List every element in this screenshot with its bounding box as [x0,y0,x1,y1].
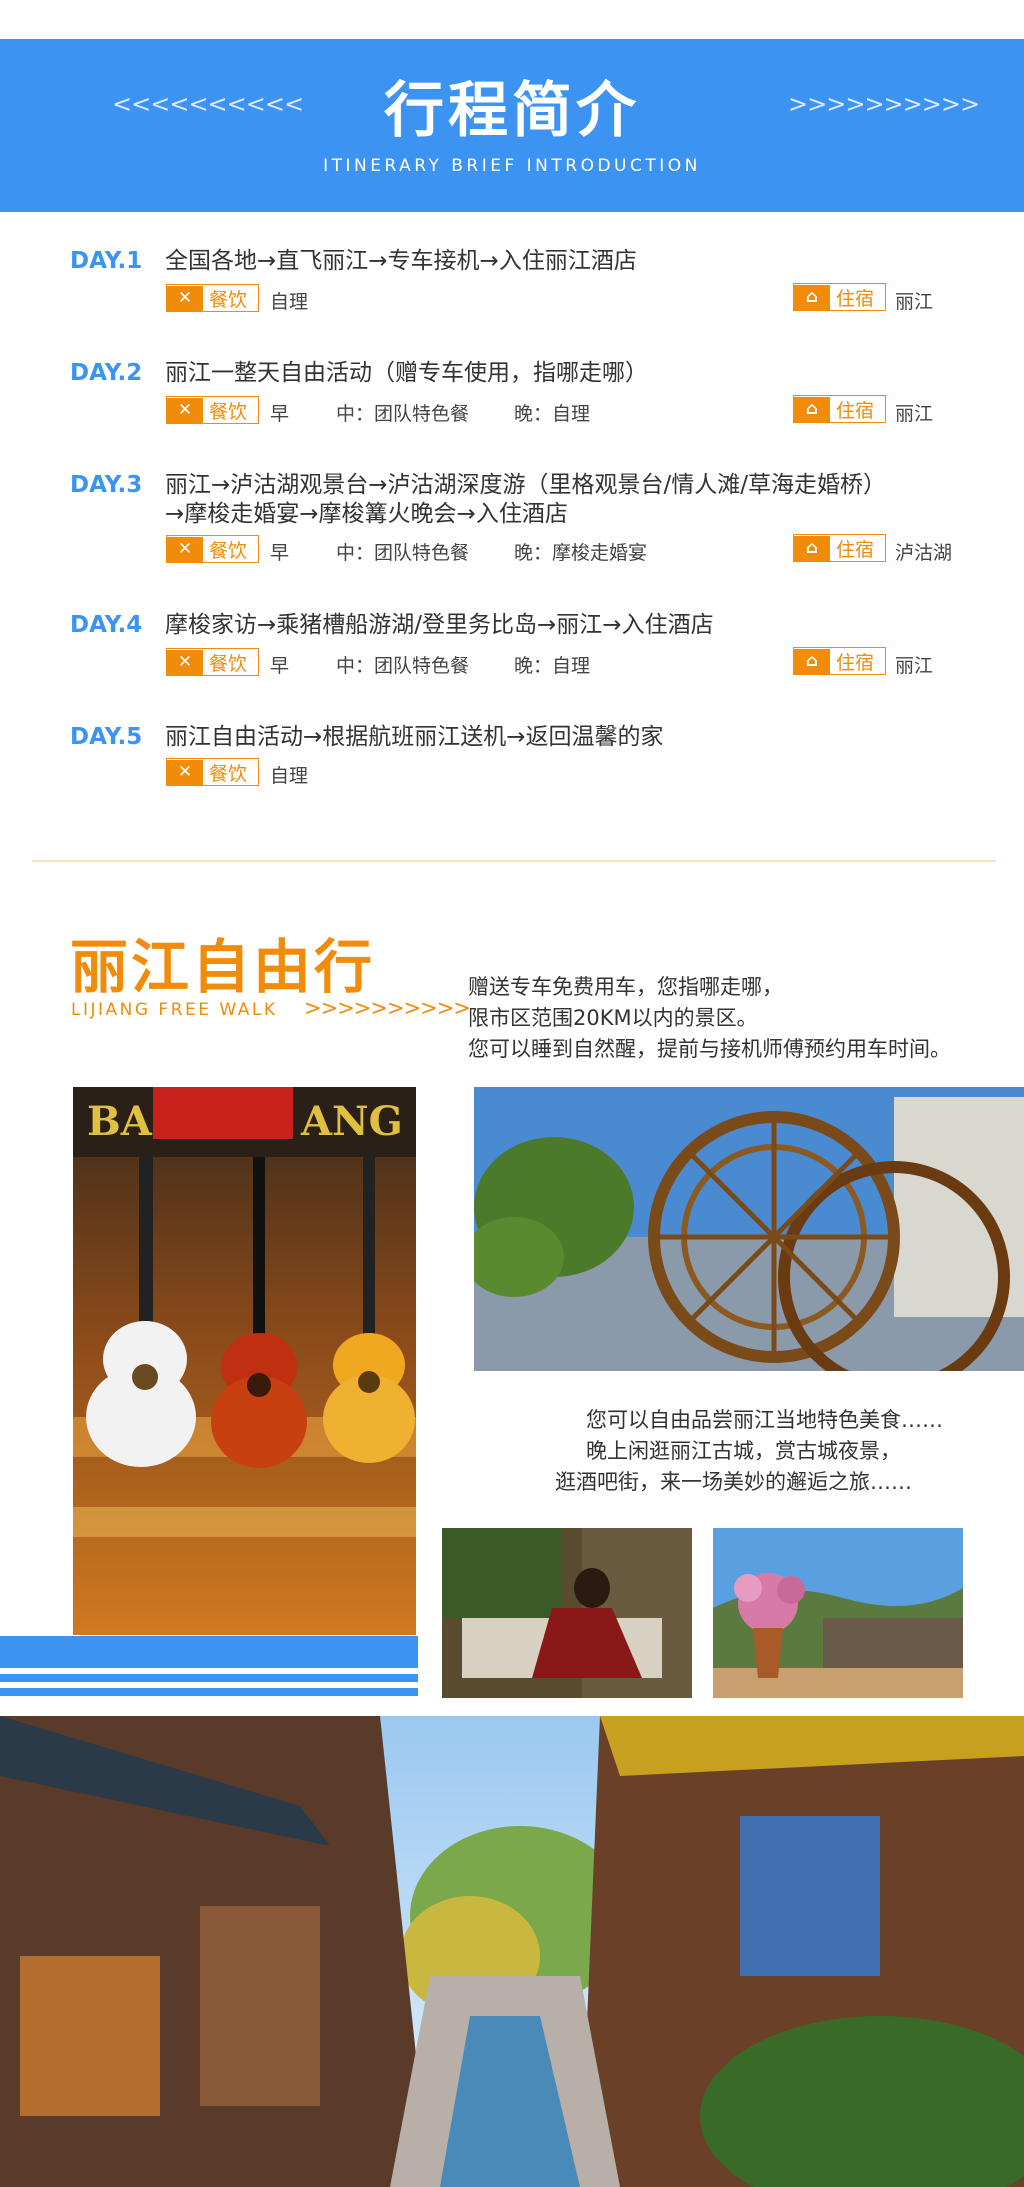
meal-tag-label: 餐饮 [209,288,248,311]
flowers-town-photo [713,1528,963,1698]
day-label: DAY.1 [70,248,143,274]
woman-reading-illustration [442,1528,692,1698]
house-icon: ⌂ [794,535,830,561]
day-label: DAY.3 [70,472,143,498]
food-text-line: 晚上闲逛丽江古城，赏古城夜景， [586,1439,901,1463]
stay-location: 丽江 [895,655,934,677]
water-wheel-photo [474,1087,1024,1371]
dinner-note: 晚：自理 [514,655,591,677]
free-walk-desc-line: 限市区范围20KM以内的景区。 [468,1006,758,1030]
free-walk-title: 丽江自由行 [70,933,376,1001]
lunch-note: 中：团队特色餐 [336,403,470,425]
stay-location: 泸沽湖 [895,542,953,564]
meal-tag: ✕ 餐饮 [166,535,259,563]
guitars-illustration: BA ANG [73,1087,416,1635]
fork-knife-icon: ✕ [167,397,203,423]
sign-text-right: ANG [300,1098,403,1145]
fork-knife-icon: ✕ [167,536,203,562]
free-walk-subtitle: LIJIANG FREE WALK [71,1000,278,1020]
food-text-line: 逛酒吧街，来一场美妙的邂逅之旅…… [555,1470,912,1494]
fork-knife-icon: ✕ [167,759,203,785]
breakfast-note: 早 [270,403,290,425]
meal-note: 自理 [270,765,309,787]
breakfast-note: 早 [270,655,290,677]
stay-tag-label: 住宿 [836,651,875,674]
dinner-note: 晚：摩梭走婚宴 [514,542,648,564]
stay-tag-label: 住宿 [836,399,875,422]
meal-tag: ✕ 餐饮 [166,758,259,786]
woman-reading-photo [442,1528,692,1698]
day-route: 摩梭家访→乘猪槽船游湖/登里务比岛→丽江→入住酒店 [165,612,714,638]
old-town-street-photo [0,1716,1024,2187]
meal-tag: ✕ 餐饮 [166,284,259,312]
banner-subtitle: ITINERARY BRIEF INTRODUCTION [323,156,701,176]
stay-tag: ⌂ 住宿 [793,283,886,311]
day-route: 丽江一整天自由活动（赠专车使用，指哪走哪） [165,360,648,386]
house-icon: ⌂ [794,648,830,674]
dinner-note: 晚：自理 [514,403,591,425]
blue-stripe [0,1636,418,1668]
stay-tag: ⌂ 住宿 [793,647,886,675]
stay-tag-label: 住宿 [836,538,875,561]
fork-knife-icon: ✕ [167,649,203,675]
meal-tag: ✕ 餐饮 [166,648,259,676]
day-label: DAY.4 [70,612,143,638]
water-wheel-illustration [474,1087,1024,1371]
house-icon: ⌂ [794,284,830,310]
banner-title: 行程简介 [384,76,640,146]
lunch-note: 中：团队特色餐 [336,542,470,564]
blue-stripe [0,1674,418,1682]
meal-tag: ✕ 餐饮 [166,396,259,424]
old-town-street-illustration [0,1716,1024,2187]
stay-location: 丽江 [895,291,934,313]
meal-tag-label: 餐饮 [209,539,248,562]
house-icon: ⌂ [794,396,830,422]
lunch-note: 中：团队特色餐 [336,655,470,677]
stay-tag-label: 住宿 [836,287,875,310]
flowers-town-illustration [713,1528,963,1698]
free-walk-desc-line: 您可以睡到自然醒，提前与接机师傅预约用车时间。 [468,1037,951,1061]
free-walk-desc-line: 赠送专车免费用车，您指哪走哪， [468,975,783,999]
section-divider [32,860,996,862]
stay-location: 丽江 [895,403,934,425]
breakfast-note: 早 [270,542,290,564]
sign-text-left: BA [87,1098,153,1145]
stay-tag: ⌂ 住宿 [793,534,886,562]
free-walk-arrows: >>>>>>>>>> [304,996,471,1020]
blue-stripe [0,1688,418,1696]
day-route-line2: →摩梭走婚宴→摩梭篝火晚会→入住酒店 [165,501,568,527]
guitars-photo: BA ANG [73,1087,416,1635]
day-route-line1: 丽江→泸沽湖观景台→泸沽湖深度游（里格观景台/情人滩/草海走婚桥） [165,472,887,498]
day-label: DAY.2 [70,360,143,386]
stay-tag: ⌂ 住宿 [793,395,886,423]
meal-tag-label: 餐饮 [209,400,248,423]
day-route: 全国各地→直飞丽江→专车接机→入住丽江酒店 [165,248,637,274]
meal-tag-label: 餐饮 [209,762,248,785]
food-text-line: 您可以自由品尝丽江当地特色美食…… [586,1408,943,1432]
day-label: DAY.5 [70,724,143,750]
meal-tag-label: 餐饮 [209,652,248,675]
day-route: 丽江自由活动→根据航班丽江送机→返回温馨的家 [165,724,664,750]
meal-note: 自理 [270,291,309,313]
fork-knife-icon: ✕ [167,285,203,311]
